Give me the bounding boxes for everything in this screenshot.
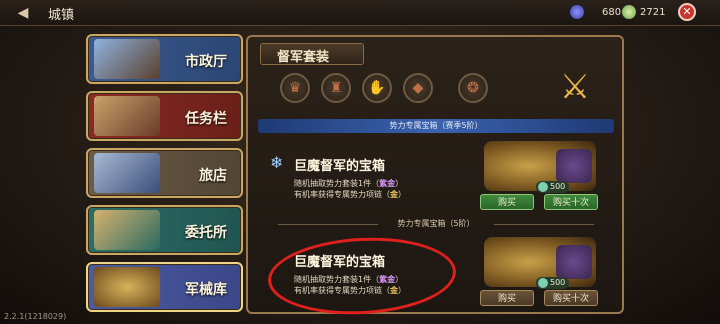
page-title: 城镇 <box>48 8 75 23</box>
currency-2: 2721 <box>622 5 665 19</box>
currency-2-value: 2721 <box>640 6 666 18</box>
necklace-icon[interactable]: ❂ <box>458 73 488 103</box>
plain-divider: 势力专属宝箱（5阶） <box>258 217 614 231</box>
armory-thumbnail <box>94 267 160 307</box>
currency-1: 680 <box>570 5 621 19</box>
currency-1-value: 680 <box>602 6 622 18</box>
menu-item-inn[interactable]: 旅店 <box>86 148 243 198</box>
coin-icon <box>622 5 636 19</box>
buy-ten-button[interactable]: 购买十次 <box>544 290 598 306</box>
menu-item-city-hall[interactable]: 市政厅 <box>86 34 243 84</box>
price-value: 500 <box>550 278 566 287</box>
panel-title-tab: 督军套装 <box>260 43 364 65</box>
city-hall-thumbnail <box>94 39 160 79</box>
menu-item-quest-board[interactable]: 任务栏 <box>86 91 243 141</box>
snowflake-icon: ❄ <box>270 153 284 172</box>
version-label: 2.2.1(1218029) <box>4 312 67 321</box>
menu-item-label: 军械库 <box>185 282 227 298</box>
season-divider: 势力专属宝箱（赛季5阶） <box>258 119 614 133</box>
buy-button[interactable]: 购买 <box>480 194 534 210</box>
helmet-icon[interactable]: ♛ <box>280 73 310 103</box>
desc-text: 有机率获得专属势力项链（ <box>294 190 390 199</box>
buy-button[interactable]: 购买 <box>480 290 534 306</box>
purple-gold-text: 紫金 <box>379 179 396 188</box>
panel-title: 督军套装 <box>277 50 330 65</box>
menu-item-label: 旅店 <box>199 168 227 184</box>
faction-crest-icon: ⚔ <box>559 67 591 107</box>
chest-desc-line-1: 随机抽取势力套装1件（紫金） <box>294 178 403 189</box>
back-icon[interactable]: ◀ <box>4 3 42 23</box>
quest-board-thumbnail <box>94 96 160 136</box>
chest-row-season: ❄ 巨魔督军的宝箱 随机抽取势力套装1件（紫金） 有机率获得专属势力项链（金） … <box>258 137 614 215</box>
close-button[interactable]: ✕ <box>678 3 696 21</box>
currency-icon <box>538 182 548 192</box>
screen: ◀ 城镇 680 2721 ✕ 市政厅 任务栏 旅店 委托所 军械库 督军套装 … <box>0 0 720 324</box>
chest-name: 巨魔督军的宝箱 <box>294 159 386 174</box>
side-menu: 市政厅 任务栏 旅店 委托所 军械库 <box>86 34 243 319</box>
price-tag: 500 <box>536 181 570 193</box>
inn-thumbnail <box>94 153 160 193</box>
price-value: 500 <box>550 182 566 191</box>
gold-text: 金 <box>390 190 398 199</box>
menu-item-label: 委托所 <box>185 225 227 241</box>
desc-text: ） <box>398 190 406 199</box>
buy-ten-button[interactable]: 购买十次 <box>544 194 598 210</box>
desc-text: ） <box>395 179 404 188</box>
armor-icon[interactable]: ♜ <box>321 73 351 103</box>
menu-item-label: 任务栏 <box>185 111 227 127</box>
commission-thumbnail <box>94 210 160 250</box>
gloves-icon[interactable]: ✋ <box>362 73 392 103</box>
menu-item-armory[interactable]: 军械库 <box>86 262 243 312</box>
desc-text: 随机抽取势力套装1件（ <box>294 179 380 188</box>
currency-icon <box>538 278 548 288</box>
gem-icon <box>570 5 584 19</box>
set-items: ♛ ♜ ✋ ◆ ❂ <box>280 73 488 103</box>
top-bar: ◀ 城镇 680 2721 ✕ <box>0 0 720 26</box>
menu-item-commission[interactable]: 委托所 <box>86 205 243 255</box>
price-tag: 500 <box>536 277 570 289</box>
menu-item-label: 市政厅 <box>185 54 227 70</box>
chest-desc-line-2: 有机率获得专属势力项链（金） <box>294 189 406 200</box>
boots-icon[interactable]: ◆ <box>403 73 433 103</box>
